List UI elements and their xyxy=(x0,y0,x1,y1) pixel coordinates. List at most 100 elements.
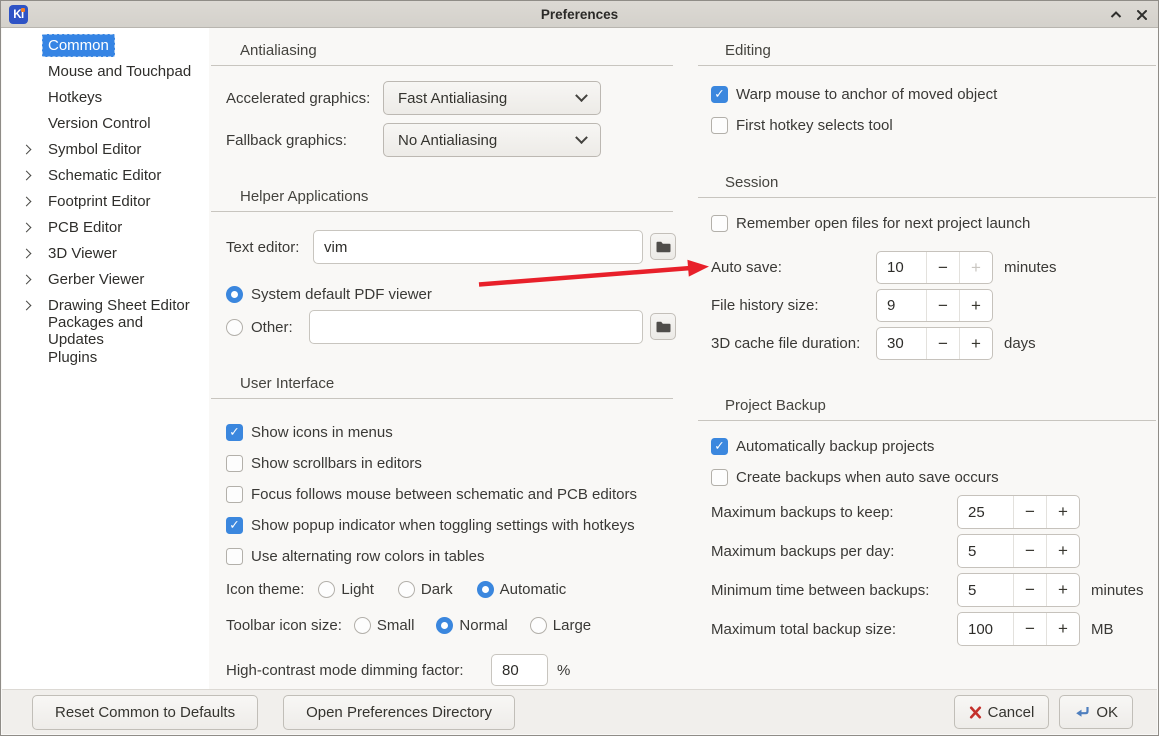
expand-chevron-icon[interactable] xyxy=(18,250,34,257)
plus-button[interactable]: + xyxy=(1046,535,1079,567)
min-time-between-backups-value[interactable]: 5 xyxy=(958,574,1013,606)
system-pdf-viewer-option[interactable]: System default PDF viewer xyxy=(226,284,673,304)
sidebar-item-mouse-and-touchpad[interactable]: Mouse and Touchpad xyxy=(2,58,209,84)
file-history-value[interactable]: 9 xyxy=(877,290,926,321)
icon-theme-option-dark[interactable]: Dark xyxy=(398,581,453,598)
text-editor-input[interactable] xyxy=(313,230,643,264)
auto-save-value[interactable]: 10 xyxy=(877,252,926,283)
other-pdf-viewer-input[interactable] xyxy=(309,310,643,344)
browse-text-editor-button[interactable] xyxy=(650,233,676,260)
checkbox-icon[interactable]: ✓ xyxy=(711,469,728,486)
chevron-down-icon xyxy=(575,89,588,102)
fallback-graphics-dropdown[interactable]: No Antialiasing xyxy=(383,123,601,157)
checkbox-focus-follows-mouse[interactable]: ✓ Focus follows mouse between schematic … xyxy=(226,484,673,504)
cancel-button[interactable]: Cancel xyxy=(954,695,1050,729)
icon-theme-option-automatic[interactable]: Automatic xyxy=(477,581,567,598)
sidebar-item-schematic-editor[interactable]: Schematic Editor xyxy=(2,162,209,188)
checkbox-warp-mouse[interactable]: ✓ Warp mouse to anchor of moved object xyxy=(711,84,1156,104)
titlebar[interactable]: Ki Preferences xyxy=(1,1,1158,28)
checkbox-first-hotkey[interactable]: ✓ First hotkey selects tool xyxy=(711,115,1156,135)
sidebar-item-common[interactable]: Common xyxy=(2,32,209,58)
minus-button[interactable]: − xyxy=(926,328,959,359)
sidebar-item-symbol-editor[interactable]: Symbol Editor xyxy=(2,136,209,162)
max-backup-size-value[interactable]: 100 xyxy=(958,613,1013,645)
section-title-helper-applications: Helper Applications xyxy=(240,188,368,205)
expand-chevron-icon[interactable] xyxy=(18,172,34,179)
dimming-factor-input[interactable] xyxy=(491,654,548,686)
minus-button[interactable]: − xyxy=(1013,535,1046,567)
folder-icon xyxy=(656,321,671,333)
minus-button[interactable]: − xyxy=(1013,574,1046,606)
checkbox-icon[interactable]: ✓ xyxy=(711,117,728,134)
sidebar-item-gerber-viewer[interactable]: Gerber Viewer xyxy=(2,266,209,292)
checkbox-icon[interactable]: ✓ xyxy=(226,455,243,472)
checkbox-auto-backup[interactable]: ✓ Automatically backup projects xyxy=(711,436,1156,456)
radio-icon[interactable] xyxy=(226,319,243,336)
plus-button[interactable]: + xyxy=(959,252,992,283)
plus-button[interactable]: + xyxy=(959,328,992,359)
plus-button[interactable]: + xyxy=(1046,574,1079,606)
radio-icon[interactable] xyxy=(226,286,243,303)
checkbox-icon[interactable]: ✓ xyxy=(711,438,728,455)
plus-button[interactable]: + xyxy=(1046,613,1079,645)
radio-icon[interactable] xyxy=(530,617,547,634)
radio-icon[interactable] xyxy=(398,581,415,598)
minus-button[interactable]: − xyxy=(1013,613,1046,645)
icon-theme-option-light[interactable]: Light xyxy=(318,581,374,598)
cache-duration-value[interactable]: 30 xyxy=(877,328,926,359)
radio-icon[interactable] xyxy=(318,581,335,598)
backups-per-day-value[interactable]: 5 xyxy=(958,535,1013,567)
min-time-between-backups-row: Minimum time between backups: 5 − + minu… xyxy=(711,573,1156,607)
checkbox-icon[interactable]: ✓ xyxy=(226,548,243,565)
radio-icon[interactable] xyxy=(436,617,453,634)
checkbox-icon[interactable]: ✓ xyxy=(226,517,243,534)
minus-button[interactable]: − xyxy=(1013,496,1046,528)
expand-chevron-icon[interactable] xyxy=(18,276,34,283)
expand-chevron-icon[interactable] xyxy=(18,146,34,153)
checkbox-icon[interactable]: ✓ xyxy=(711,86,728,103)
max-backups-spinner: 25 − + xyxy=(957,495,1080,529)
minus-button[interactable]: − xyxy=(926,290,959,321)
plus-button[interactable]: + xyxy=(959,290,992,321)
checkbox-show-scrollbars[interactable]: ✓ Show scrollbars in editors xyxy=(226,453,673,473)
browse-pdf-viewer-button[interactable] xyxy=(650,313,676,340)
sidebar-item-packages-and-updates[interactable]: Packages and Updates xyxy=(2,318,209,344)
ok-button[interactable]: OK xyxy=(1059,695,1133,729)
reset-common-to-defaults-button[interactable]: Reset Common to Defaults xyxy=(32,695,258,730)
checkbox-remember-open-files[interactable]: ✓ Remember open files for next project l… xyxy=(711,213,1156,233)
sidebar-item-3d-viewer[interactable]: 3D Viewer xyxy=(2,240,209,266)
cache-duration-row: 3D cache file duration: 30 − + days xyxy=(711,327,1156,360)
sidebar-item-footprint-editor[interactable]: Footprint Editor xyxy=(2,188,209,214)
open-preferences-directory-button[interactable]: Open Preferences Directory xyxy=(283,695,515,730)
checkbox-alternating-row-colors[interactable]: ✓ Use alternating row colors in tables xyxy=(226,546,673,566)
checkbox-show-icons-in-menus[interactable]: ✓ Show icons in menus xyxy=(226,422,673,442)
sidebar-item-pcb-editor[interactable]: PCB Editor xyxy=(2,214,209,240)
other-pdf-viewer-label: Other: xyxy=(251,319,293,336)
shade-window-button[interactable] xyxy=(1102,1,1130,28)
text-editor-row: Text editor: xyxy=(226,230,673,264)
radio-icon[interactable] xyxy=(354,617,371,634)
left-column: Antialiasing Accelerated graphics: Fast … xyxy=(226,28,673,689)
accelerated-graphics-dropdown[interactable]: Fast Antialiasing xyxy=(383,81,601,115)
checkbox-icon[interactable]: ✓ xyxy=(226,486,243,503)
minus-button[interactable]: − xyxy=(926,252,959,283)
checkbox-icon[interactable]: ✓ xyxy=(226,424,243,441)
radio-icon[interactable] xyxy=(477,581,494,598)
sidebar-item-version-control[interactable]: Version Control xyxy=(2,110,209,136)
toolbar-size-option-large[interactable]: Large xyxy=(530,617,591,634)
expand-chevron-icon[interactable] xyxy=(18,198,34,205)
expand-chevron-icon[interactable] xyxy=(18,302,34,309)
folder-icon xyxy=(656,241,671,253)
accelerated-graphics-row: Accelerated graphics: Fast Antialiasing xyxy=(226,81,673,115)
sidebar-item-hotkeys[interactable]: Hotkeys xyxy=(2,84,209,110)
expand-chevron-icon[interactable] xyxy=(18,224,34,231)
checkbox-backup-on-autosave[interactable]: ✓ Create backups when auto save occurs xyxy=(711,467,1156,487)
toolbar-size-option-normal[interactable]: Normal xyxy=(436,617,507,634)
plus-button[interactable]: + xyxy=(1046,496,1079,528)
toolbar-size-option-small[interactable]: Small xyxy=(354,617,415,634)
section-title-user-interface: User Interface xyxy=(240,375,334,392)
max-backups-value[interactable]: 25 xyxy=(958,496,1013,528)
checkbox-show-popup-indicator[interactable]: ✓ Show popup indicator when toggling set… xyxy=(226,515,673,535)
checkbox-icon[interactable]: ✓ xyxy=(711,215,728,232)
close-window-button[interactable] xyxy=(1128,1,1156,28)
